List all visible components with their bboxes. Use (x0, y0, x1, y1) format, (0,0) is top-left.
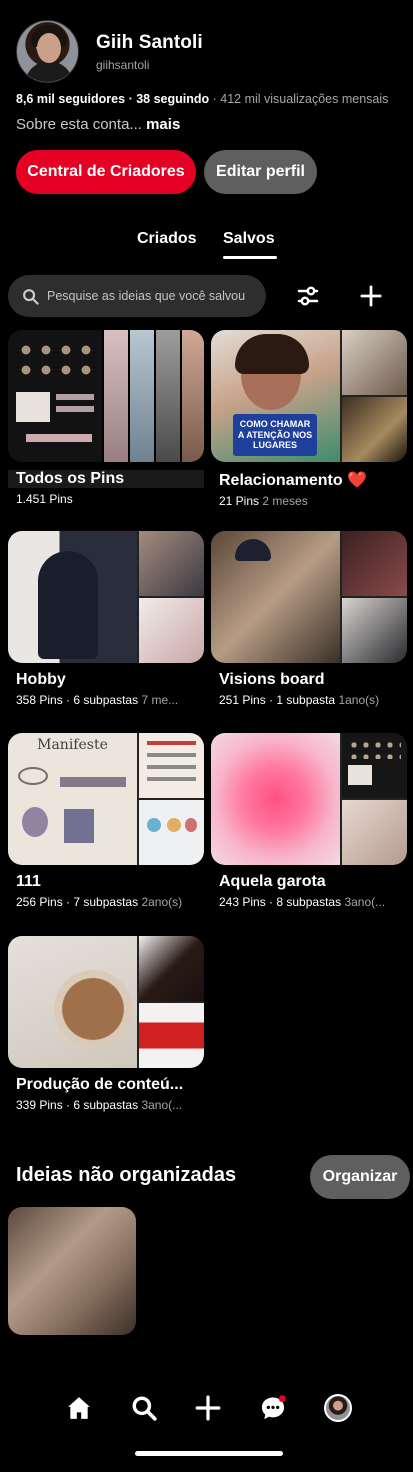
followers-count[interactable]: 8,6 mil seguidores (16, 92, 125, 106)
board-meta: 256 Pins · 7 subpastas 2ano(s) (16, 895, 183, 909)
board-cover: COMO CHAMAR A ATENÇÃO NOS LUGARES (211, 330, 407, 462)
creator-hub-button[interactable]: Central de Criadores (16, 150, 196, 194)
board-meta: 358 Pins · 6 subpastas 7 me... (16, 693, 179, 707)
board-title: Aquela garota (219, 873, 326, 890)
board-hobby[interactable]: Hobby 358 Pins · 6 subpastas 7 me... (8, 531, 204, 707)
board-title: Produção de conteú... (16, 1076, 184, 1093)
sliders-icon (297, 286, 319, 306)
plus-icon (195, 1395, 221, 1421)
board-cover (211, 531, 407, 663)
nav-create[interactable] (193, 1393, 223, 1423)
board-cover (8, 936, 204, 1068)
nav-messages[interactable] (258, 1393, 288, 1423)
board-111[interactable]: Manifeste 111 256 Pins · 7 subpastas 2an… (8, 733, 204, 909)
about-text: Sobre esta conta... (16, 116, 142, 133)
board-relacionamento[interactable]: COMO CHAMAR A ATENÇÃO NOS LUGARES Relaci… (211, 330, 407, 508)
following-count[interactable]: 38 seguindo (136, 92, 209, 106)
saved-search-input[interactable]: Pesquise as ideias que você salvou (8, 275, 266, 317)
board-aquela-garota[interactable]: Aquela garota 243 Pins · 8 subpastas 3an… (211, 733, 407, 909)
board-title: Hobby (16, 671, 66, 688)
board-meta: 243 Pins · 8 subpastas 3ano(... (219, 895, 386, 909)
nav-search[interactable] (129, 1393, 159, 1423)
profile-tabs: Criados Salvos (0, 230, 413, 260)
board-meta: 251 Pins · 1 subpasta 1ano(s) (219, 693, 380, 707)
board-title: Todos os Pins (8, 470, 204, 488)
nav-profile[interactable] (323, 1393, 353, 1423)
unorganized-ideas-title: Ideias não organizadas (16, 1164, 237, 1186)
board-cover (8, 531, 204, 663)
home-icon (68, 1397, 90, 1419)
unorganized-pin[interactable] (8, 1207, 136, 1335)
thumb-caption: COMO CHAMAR A ATENÇÃO NOS LUGARES (237, 418, 313, 451)
board-cover: Manifeste (8, 733, 204, 865)
nav-home[interactable] (64, 1393, 94, 1423)
active-tab-indicator (223, 256, 277, 259)
tab-saved[interactable]: Salvos (223, 230, 275, 248)
board-meta: 21 Pins 2 meses (219, 494, 308, 508)
search-icon (23, 288, 39, 305)
board-cover (211, 733, 407, 865)
edit-profile-button[interactable]: Editar perfil (204, 150, 317, 194)
tab-created[interactable]: Criados (137, 230, 197, 248)
create-button[interactable] (355, 280, 387, 312)
board-producao-conteudo[interactable]: Produção de conteú... 339 Pins · 6 subpa… (8, 936, 204, 1112)
board-cover (8, 330, 204, 462)
board-title: 111 (16, 873, 41, 890)
board-visions[interactable]: Visions board 251 Pins · 1 subpasta 1ano… (211, 531, 407, 707)
profile-avatar[interactable] (16, 20, 79, 83)
profile-header: Giih Santoli giihsantoli (16, 20, 401, 84)
filter-button[interactable] (292, 280, 324, 312)
board-meta: 1.451 Pins (16, 492, 73, 506)
messages-icon (261, 1395, 286, 1420)
search-icon (132, 1396, 157, 1421)
profile-stats: 8,6 mil seguidores · 38 seguindo · 412 m… (16, 92, 389, 106)
board-title: Visions board (219, 671, 325, 688)
about-account[interactable]: Sobre esta conta... mais (16, 116, 180, 133)
board-all-pins[interactable]: Todos os Pins 1.451 Pins (8, 330, 204, 506)
profile-avatar-icon (324, 1394, 352, 1422)
organize-button[interactable]: Organizar (310, 1155, 410, 1199)
search-placeholder: Pesquise as ideias que você salvou (47, 289, 246, 303)
about-more-link[interactable]: mais (146, 116, 180, 133)
thumb-manifest-text: Manifeste (37, 737, 108, 753)
monthly-views: 412 mil visualizações mensais (220, 92, 389, 106)
bottom-navigation (0, 1385, 413, 1435)
profile-name: Giih Santoli (96, 32, 203, 53)
board-meta: 339 Pins · 6 subpastas 3ano(... (16, 1098, 183, 1112)
profile-handle: giihsantoli (96, 58, 150, 72)
plus-icon (360, 285, 382, 307)
board-title: Relacionamento ❤️ (219, 472, 367, 489)
home-indicator (135, 1451, 283, 1456)
